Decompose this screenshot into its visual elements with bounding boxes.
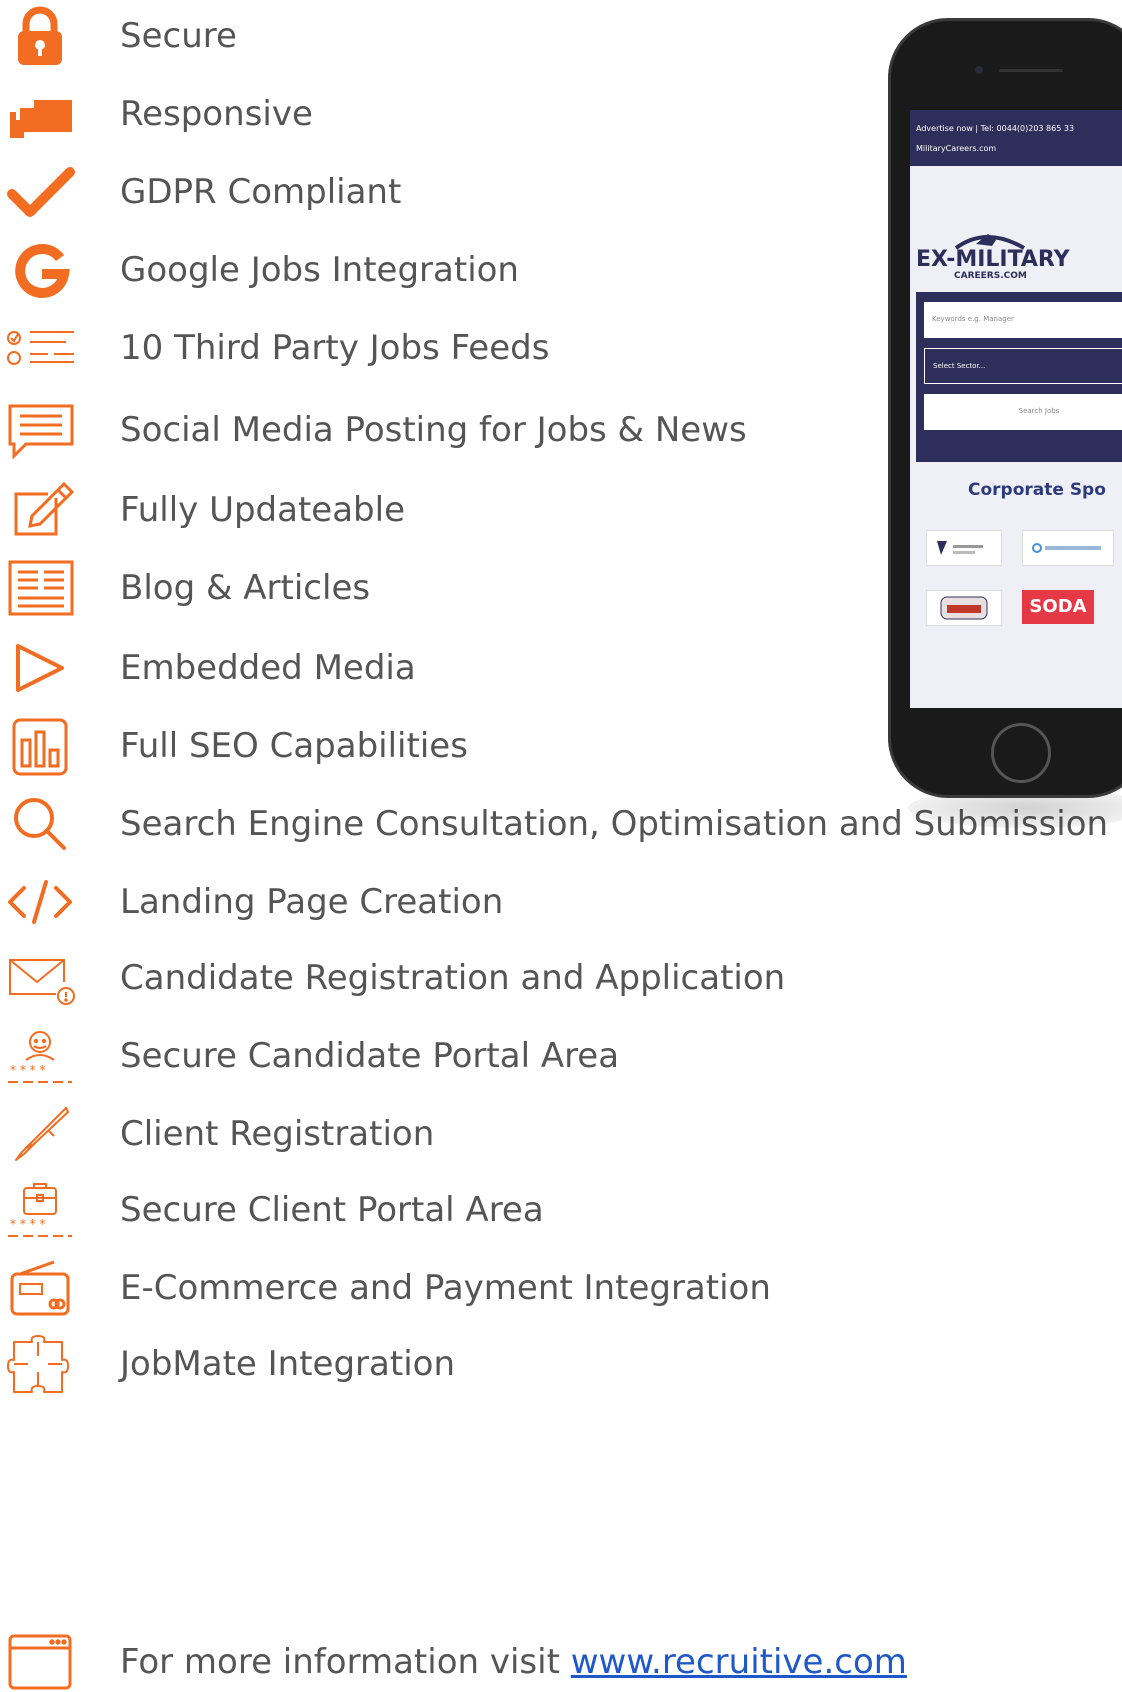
corporate-sponsors-heading: Corporate Spo — [968, 480, 1106, 500]
feature-label: Secure Candidate Portal Area — [120, 1036, 620, 1076]
feature-label: E-Commerce and Payment Integration — [120, 1268, 771, 1308]
feature-label: Secure Client Portal Area — [120, 1190, 544, 1230]
responsive-devices-icon — [4, 84, 76, 144]
feature-label: Full SEO Capabilities — [120, 726, 468, 766]
phone-mockup: Advertise now | Tel: 0044(0)203 865 33 M… — [888, 18, 1122, 828]
feature-label: Fully Updateable — [120, 490, 405, 530]
soda-logo-text: SODA — [1029, 596, 1087, 617]
sector-select[interactable]: Select Sector... — [924, 348, 1122, 384]
feature-label: Embedded Media — [120, 648, 416, 688]
home-button — [991, 723, 1051, 783]
feature-item-ecommerce: E-Commerce and Payment Integration — [0, 1258, 1122, 1318]
speech-bubble-icon — [4, 400, 76, 460]
feature-item-client-portal: * * * * Secure Client Portal Area — [0, 1180, 1122, 1240]
footer-text: For more information visit www.recruitiv… — [120, 1645, 907, 1679]
feature-label: Client Registration — [120, 1114, 435, 1154]
recruitive-link[interactable]: www.recruitive.com — [571, 1642, 907, 1682]
feature-label: GDPR Compliant — [120, 172, 402, 212]
feature-label: Candidate Registration and Application — [120, 958, 786, 998]
camera-icon — [975, 66, 983, 74]
sponsor-logo — [926, 530, 1002, 566]
briefcase-password-icon: * * * * — [4, 1180, 76, 1240]
feature-item-client-registration: Client Registration — [0, 1104, 1122, 1164]
puzzle-icon — [4, 1334, 76, 1394]
soda-sponsor-logo: SODA — [1022, 590, 1094, 624]
feature-label: Blog & Articles — [120, 568, 371, 608]
sponsor-logo — [1022, 530, 1114, 566]
user-password-icon: * * * * — [4, 1026, 76, 1086]
phone-site-text: MilitaryCareers.com — [916, 144, 997, 153]
play-icon — [4, 638, 76, 698]
logo-text: EX-MILITARY — [916, 247, 1071, 272]
svg-text:* * * *: * * * * — [10, 1217, 45, 1231]
phone-advert-text: Advertise now | Tel: 0044(0)203 865 33 — [916, 124, 1075, 133]
speaker-icon — [999, 69, 1063, 72]
feature-item-candidate-registration: Candidate Registration and Application — [0, 948, 1122, 1008]
phone-screen: Advertise now | Tel: 0044(0)203 865 33 M… — [910, 110, 1122, 708]
feature-label: Landing Page Creation — [120, 882, 504, 922]
logo-subtext: CAREERS.COM — [954, 271, 1027, 281]
ex-military-logo: EX-MILITARY CAREERS.COM — [916, 222, 1076, 286]
envelope-alert-icon — [4, 948, 76, 1008]
search-jobs-button[interactable]: Search Jobs — [924, 394, 1122, 430]
bar-chart-icon — [4, 716, 76, 776]
job-search-panel: Keywords e.g. Manager Select Sector... S… — [916, 292, 1122, 462]
article-icon — [4, 558, 76, 618]
footer-info: For more information visit www.recruitiv… — [0, 1632, 1122, 1692]
sponsor-logo — [926, 590, 1002, 626]
fountain-pen-icon — [4, 1104, 76, 1164]
browser-window-icon — [4, 1632, 76, 1692]
feature-item-landing-page: Landing Page Creation — [0, 872, 1122, 932]
feature-label: 10 Third Party Jobs Feeds — [120, 328, 550, 368]
magnifier-icon — [4, 794, 76, 854]
feature-label: Google Jobs Integration — [120, 250, 519, 290]
edit-pencil-icon — [4, 480, 76, 540]
checkmark-icon — [4, 162, 76, 222]
feature-item-jobmate: JobMate Integration — [0, 1334, 1122, 1394]
feature-label: JobMate Integration — [120, 1344, 455, 1384]
google-g-icon — [4, 240, 76, 300]
feature-label: Social Media Posting for Jobs & News — [120, 410, 747, 450]
code-brackets-icon — [4, 872, 76, 932]
checklist-icon — [4, 318, 76, 378]
svg-text:* * * *: * * * * — [10, 1063, 45, 1077]
footer-prefix: For more information visit — [120, 1642, 571, 1682]
feature-label: Secure — [120, 16, 237, 56]
keywords-input[interactable]: Keywords e.g. Manager — [924, 302, 1122, 338]
feature-label: Responsive — [120, 94, 313, 134]
padlock-icon — [4, 6, 76, 66]
feature-item-candidate-portal: * * * * Secure Candidate Portal Area — [0, 1026, 1122, 1086]
payment-card-icon — [4, 1258, 76, 1318]
phone-top-bar: Advertise now | Tel: 0044(0)203 865 33 M… — [910, 110, 1122, 166]
